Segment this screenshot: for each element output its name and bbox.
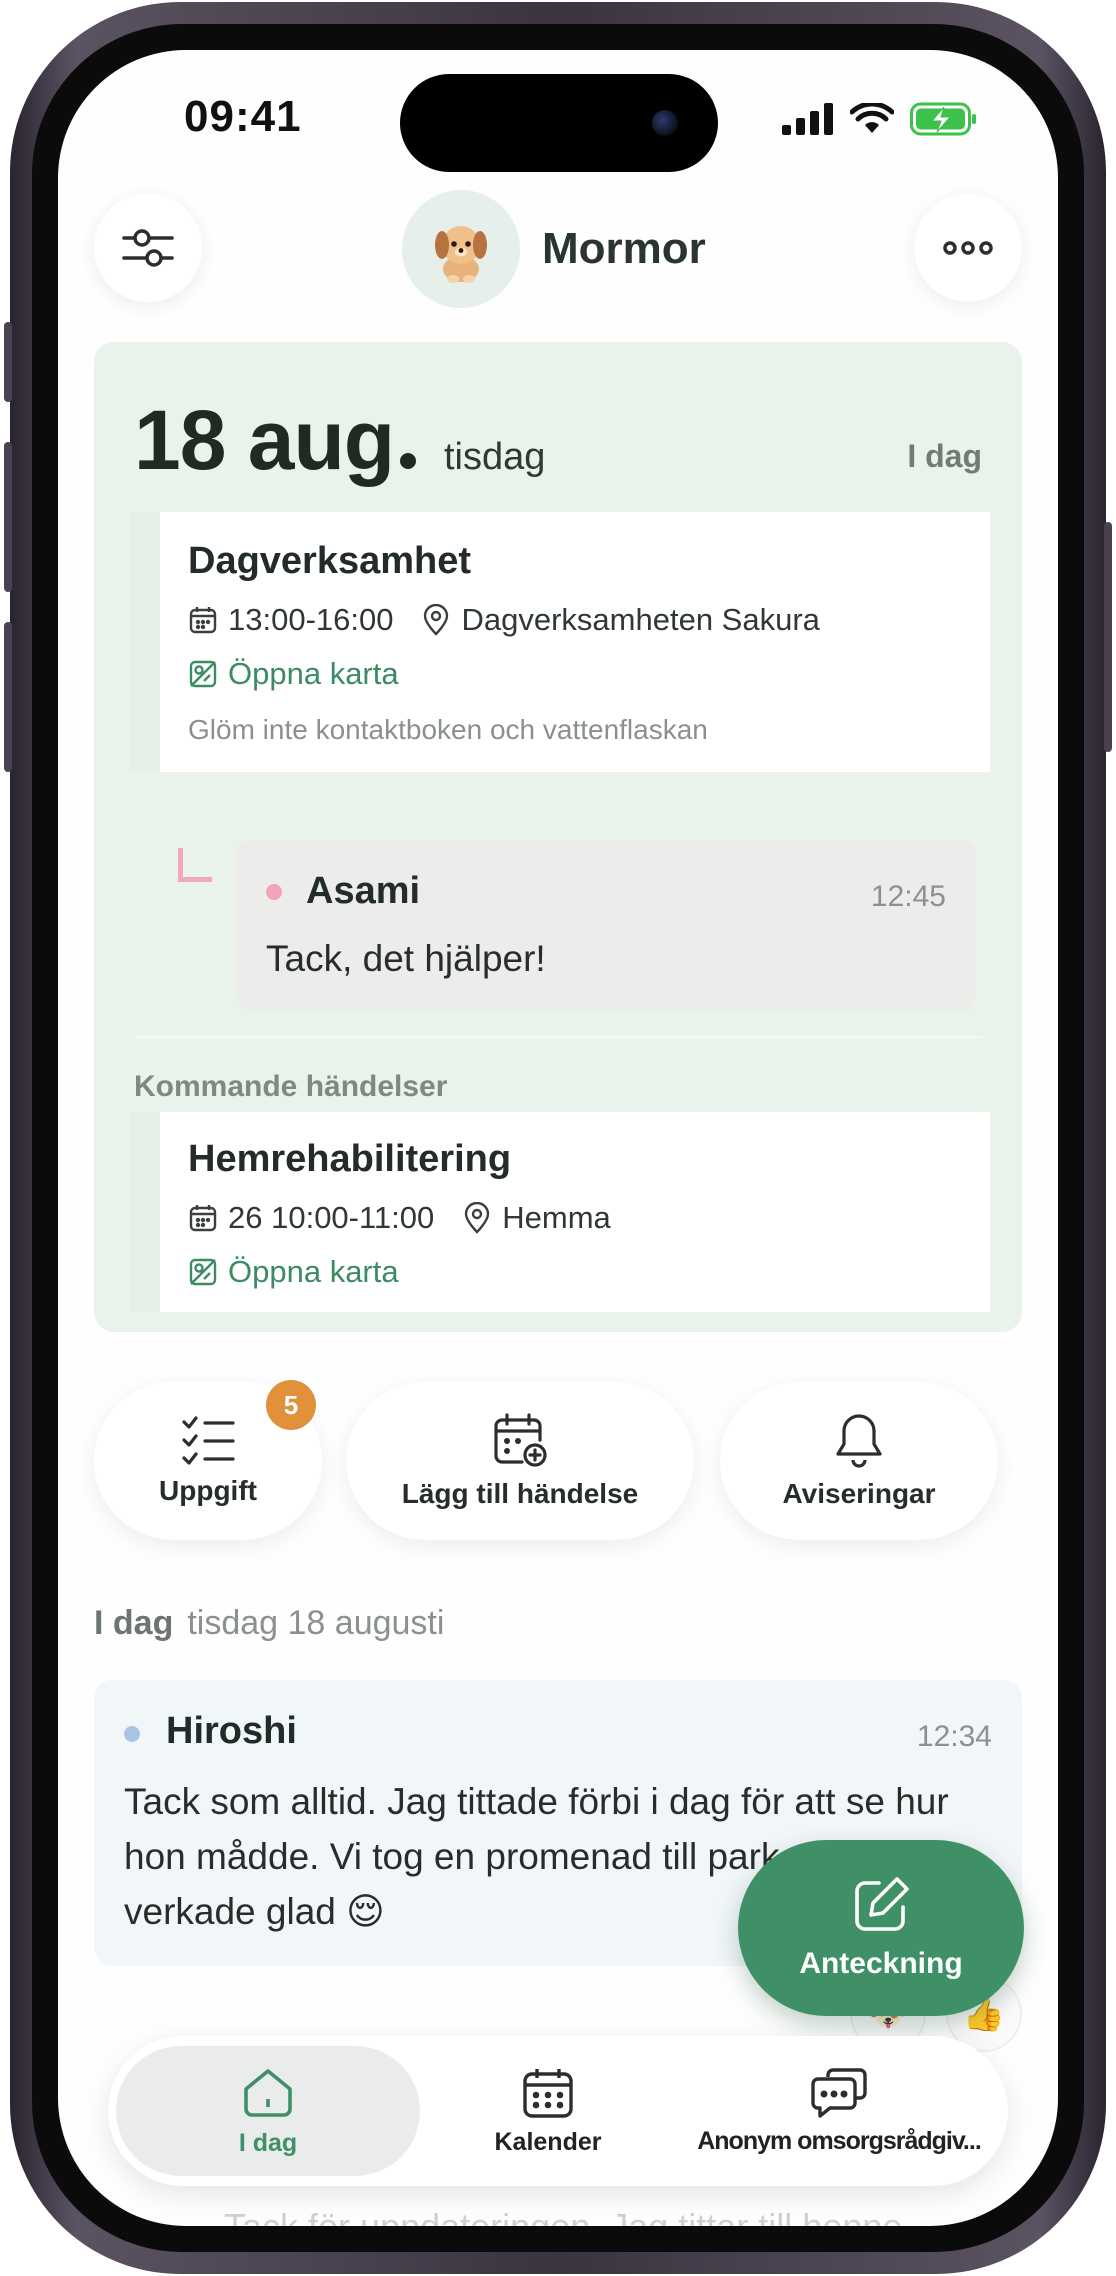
avatar <box>402 190 520 308</box>
tab-anonymous-advice[interactable]: Anonym omsorgsrådgiv... <box>674 2036 1004 2186</box>
open-map-link[interactable]: Öppna karta <box>188 1254 399 1290</box>
feed-day-label: I dag tisdag 18 augusti <box>94 1604 444 1643</box>
feed-day: I dag <box>94 1604 174 1642</box>
power-button <box>1104 522 1112 752</box>
date-text: 18 aug <box>134 393 395 487</box>
location-pin-icon <box>421 604 451 636</box>
tab-anonymous-advice-label: Anonym omsorgsrådgiv... <box>697 2126 982 2155</box>
event-title: Dagverksamhet <box>188 540 472 582</box>
today-tag: I dag <box>907 438 982 474</box>
add-event-label: Lägg till händelse <box>401 1478 639 1509</box>
author-dot <box>124 1726 140 1742</box>
sliders-icon <box>122 229 174 267</box>
next-post-preview: Tack för uppdateringen. Jag tittar till … <box>224 2206 902 2226</box>
dog-avatar-icon <box>435 226 487 283</box>
event-location: Dagverksamheten Sakura <box>461 602 820 637</box>
date-heading: 18 aug <box>134 392 417 489</box>
reply-text: Tack, det hjälper! <box>266 938 546 979</box>
upcoming-event-time: 26 10:00-11:00 <box>228 1200 435 1235</box>
checklist-icon <box>182 1416 235 1465</box>
app-screen: 09:41 Mormor 18 aug tisdag I dag Dagverk… <box>58 50 1058 2226</box>
new-note-button[interactable]: Anteckning <box>738 1840 1024 2016</box>
location-pin-icon <box>462 1202 492 1234</box>
calendar-icon <box>188 1203 218 1233</box>
upcoming-event-details: 26 10:00-11:00 Hemma <box>188 1200 611 1236</box>
upcoming-event-card[interactable]: Hemrehabilitering 26 10:00-11:00 Hemma Ö… <box>130 1112 990 1312</box>
event-card[interactable]: Dagverksamhet 13:00-16:00 Dagverksamhete… <box>130 512 990 772</box>
event-note: Glöm inte kontaktboken och vattenflaskan <box>188 714 708 745</box>
tab-today[interactable]: I dag <box>116 2046 420 2176</box>
map-icon <box>188 659 218 689</box>
reply-connector <box>178 848 212 882</box>
divider <box>134 1036 982 1038</box>
reply-message[interactable]: Asami 12:45 Tack, det hjälper! <box>236 840 976 1010</box>
add-event-button[interactable]: Lägg till händelse <box>346 1382 694 1540</box>
calendar-icon <box>188 605 218 635</box>
chat-bubbles-icon <box>811 2067 867 2118</box>
today-section: 18 aug tisdag I dag Dagverksamhet 13:00-… <box>94 342 1022 1332</box>
profile-switcher[interactable]: Mormor <box>402 190 706 308</box>
upcoming-event-location: Hemma <box>502 1200 611 1235</box>
reply-author: Asami <box>306 870 421 912</box>
calendar-icon <box>523 2068 573 2118</box>
tab-bar: I dag Kalender Anonym omsorgsrådgiv... <box>108 2036 1008 2186</box>
tab-today-label: I dag <box>238 2128 298 2157</box>
action-button <box>4 322 12 402</box>
more-button[interactable] <box>914 194 1022 302</box>
open-map-label: Öppna karta <box>228 1254 399 1289</box>
post-author: Hiroshi <box>166 1710 297 1752</box>
post-time: 12:34 <box>916 1720 992 1753</box>
camera-icon <box>652 110 678 136</box>
calendar-add-icon <box>494 1413 547 1467</box>
battery-charging-icon <box>910 102 976 136</box>
reply-time: 12:45 <box>870 880 946 913</box>
signal-icon <box>782 103 833 135</box>
profile-name: Mormor <box>542 224 706 273</box>
open-map-link[interactable]: Öppna karta <box>188 656 399 692</box>
volume-down-button <box>4 622 12 772</box>
task-count-badge: 5 <box>266 1380 316 1430</box>
more-horizontal-icon <box>943 241 993 255</box>
weekday: tisdag <box>444 436 546 478</box>
event-time: 13:00-16:00 <box>228 602 394 637</box>
dynamic-island <box>400 74 718 172</box>
wifi-icon <box>850 103 894 133</box>
task-button[interactable]: Uppgift 5 <box>94 1380 322 1540</box>
volume-up-button <box>4 442 12 592</box>
date-dot <box>400 453 417 469</box>
tab-calendar-label: Kalender <box>494 2127 602 2156</box>
edit-icon <box>855 1877 909 1931</box>
new-note-label: Anteckning <box>799 1947 963 1980</box>
notifications-button[interactable]: Aviseringar <box>720 1382 998 1540</box>
filter-button[interactable] <box>94 194 202 302</box>
map-icon <box>188 1257 218 1287</box>
status-icons <box>782 102 978 136</box>
status-time: 09:41 <box>184 92 302 141</box>
home-icon <box>244 2068 292 2117</box>
feed-date: tisdag 18 augusti <box>187 1604 445 1642</box>
tab-calendar[interactable]: Kalender <box>448 2036 648 2186</box>
upcoming-event-title: Hemrehabilitering <box>188 1138 512 1180</box>
upcoming-heading: Kommande händelser <box>134 1070 448 1103</box>
open-map-label: Öppna karta <box>228 656 399 691</box>
task-label: Uppgift <box>159 1475 257 1506</box>
bell-icon <box>836 1414 882 1468</box>
author-dot <box>266 884 282 900</box>
notifications-label: Aviseringar <box>782 1478 936 1509</box>
event-details: 13:00-16:00 Dagverksamheten Sakura <box>188 602 820 638</box>
